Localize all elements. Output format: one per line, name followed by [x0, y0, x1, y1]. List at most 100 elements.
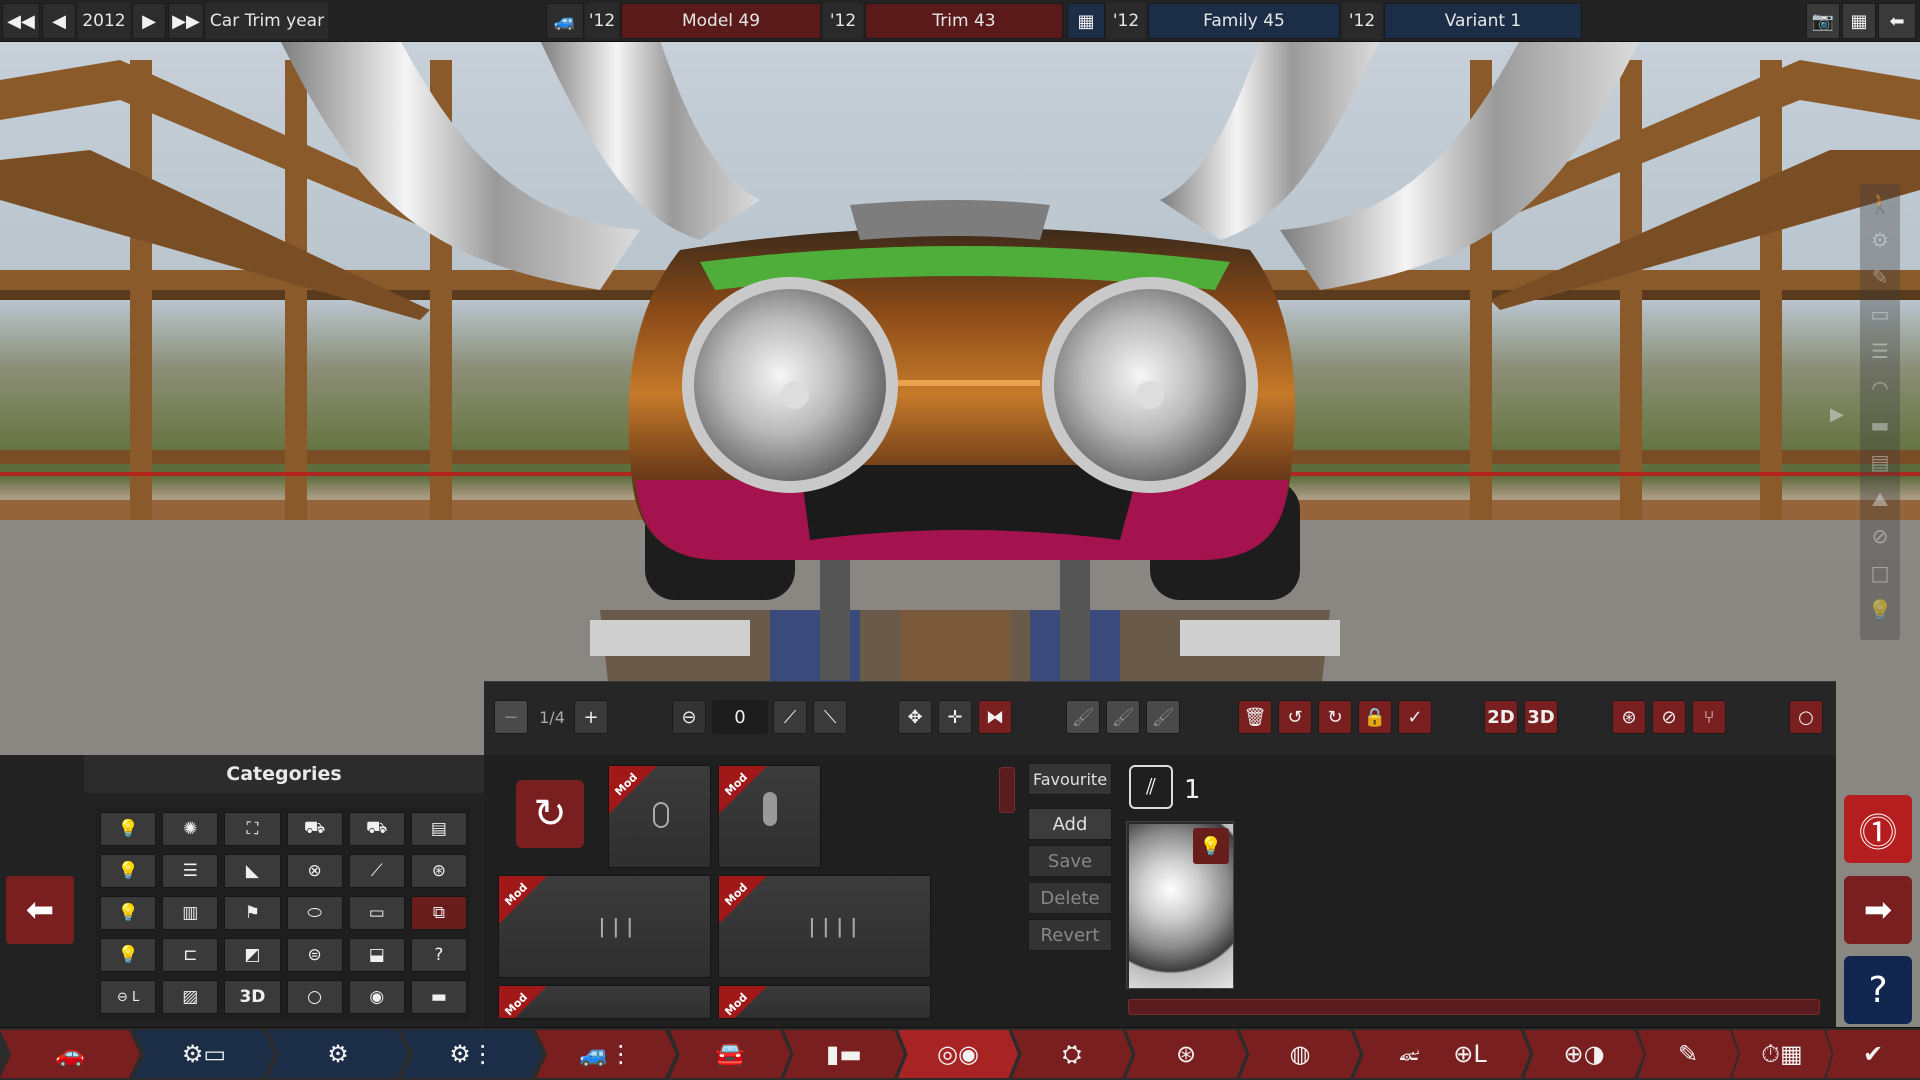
hide-toggle-button[interactable]: ⊘ — [1652, 700, 1686, 734]
trim-selector[interactable]: Trim 43 — [865, 3, 1063, 39]
nav-finish[interactable]: ✔ — [1826, 1030, 1920, 1078]
category-light-3-icon[interactable]: 💡 — [100, 896, 157, 930]
nav-interior[interactable]: ▮▬ — [784, 1030, 904, 1078]
category-light-4-icon[interactable]: 💡 — [100, 938, 157, 972]
delete-button[interactable]: Delete — [1028, 882, 1112, 914]
skew-left-button[interactable]: ⟋ — [773, 700, 807, 734]
side-wheel-icon[interactable]: ⚙ — [1860, 221, 1900, 258]
nav-test[interactable]: ⏱▦ — [1732, 1030, 1832, 1078]
reset-part-button[interactable]: ↻ — [516, 780, 584, 848]
category-handle-icon[interactable]: ⬓ — [348, 938, 405, 972]
category-target-icon[interactable]: ◉ — [348, 980, 405, 1014]
category-truck-icon[interactable]: ⛟ — [348, 812, 405, 846]
nav-trim[interactable]: 🚙⋮ — [536, 1030, 676, 1078]
engine-button[interactable]: ▦ — [1067, 3, 1105, 39]
category-rim-icon[interactable]: ⊗ — [286, 854, 343, 888]
add-button[interactable]: Add — [1028, 808, 1112, 840]
year-last-button[interactable]: ▶▶ — [168, 3, 204, 39]
seat-toggle-button[interactable]: ⑂ — [1692, 700, 1726, 734]
model-car-button[interactable]: 🚙 — [546, 3, 584, 39]
category-mirror-icon[interactable]: ◩ — [224, 938, 281, 972]
page-minus-button[interactable]: − — [494, 700, 528, 734]
part-tile[interactable]: Mod — [608, 765, 711, 868]
warning-button[interactable]: ⓵ — [1844, 795, 1912, 863]
paint-3-button[interactable]: 🖌 — [1146, 700, 1180, 734]
side-square-icon[interactable]: □ — [1860, 554, 1900, 591]
categories-back-button[interactable]: ⬅ — [6, 876, 74, 944]
category-circle-icon[interactable]: ○ — [286, 980, 343, 1014]
paint-1-button[interactable]: 🖌 — [1066, 700, 1100, 734]
side-hide-icon[interactable]: ⊘ — [1860, 517, 1900, 554]
calculator-button[interactable]: ▦ — [1842, 3, 1876, 39]
rotation-input[interactable]: 0 — [712, 700, 768, 734]
paint-2-button[interactable]: 🖌 — [1106, 700, 1140, 734]
category-exhaust-icon[interactable]: ⧉ — [410, 896, 467, 930]
part-tile[interactable]: Mod ǀǀǀ — [498, 875, 711, 978]
category-oval-icon[interactable]: ⬭ — [286, 896, 343, 930]
model-selector[interactable]: Model 49 — [621, 3, 821, 39]
category-wheel-icon[interactable]: ⊛ — [410, 854, 467, 888]
rotate-reset-button[interactable]: ⊖ — [672, 700, 706, 734]
category-book-icon[interactable]: ▥ — [162, 896, 219, 930]
help-button[interactable]: ? — [1844, 956, 1912, 1024]
nav-fixtures[interactable]: ◎◉ — [898, 1030, 1018, 1078]
category-grille-icon[interactable]: ☰ — [162, 854, 219, 888]
material-preview[interactable]: 💡 — [1126, 821, 1234, 989]
nav-brakes[interactable]: ◍ — [1240, 1030, 1360, 1078]
category-frame-icon[interactable]: ⊏ — [162, 938, 219, 972]
revert-button[interactable]: Revert — [1028, 919, 1112, 951]
next-button[interactable]: ➡ — [1844, 876, 1912, 944]
category-plate-icon[interactable]: ▭ — [348, 896, 405, 930]
view-3d-button[interactable]: 3D — [1524, 700, 1558, 734]
material-slider[interactable] — [1128, 999, 1820, 1015]
part-tile[interactable]: Mod — [718, 985, 931, 1019]
nav-wheels[interactable]: ⊛ — [1126, 1030, 1246, 1078]
category-bug-icon[interactable]: ✺ — [162, 812, 219, 846]
nav-safety[interactable]: ⊕◑ — [1524, 1030, 1644, 1078]
side-mirror-icon[interactable]: ◠ — [1860, 369, 1900, 406]
circle-toggle-button[interactable]: ○ — [1789, 700, 1823, 734]
category-text-badge-icon[interactable]: ⊖ L — [100, 980, 157, 1014]
category-van-icon[interactable]: ⛟ — [286, 812, 343, 846]
nav-car-model[interactable]: 🚗 — [0, 1030, 140, 1078]
nav-steering[interactable]: ⊕L — [1410, 1030, 1530, 1078]
nav-paint[interactable]: ✎ — [1638, 1030, 1738, 1078]
category-help-icon[interactable]: ? — [410, 938, 467, 972]
material-light-button[interactable]: 💡 — [1193, 828, 1229, 864]
screenshot-button[interactable]: 📷 — [1806, 3, 1840, 39]
nav-body[interactable]: 🚘 — [670, 1030, 790, 1078]
part-tile[interactable]: Mod ǀǀǀǀ — [718, 875, 931, 978]
undo-button[interactable]: ↺ — [1278, 700, 1312, 734]
side-light-icon[interactable]: 💡 — [1860, 591, 1900, 628]
view-2d-button[interactable]: 2D — [1484, 700, 1518, 734]
variant-selector[interactable]: Variant 1 — [1384, 3, 1582, 39]
family-selector[interactable]: Family 45 — [1148, 3, 1340, 39]
year-first-button[interactable]: ◀◀ — [2, 3, 40, 39]
wheels-toggle-button[interactable]: ⊛ — [1612, 700, 1646, 734]
side-seat-icon[interactable]: ⛰ — [1860, 480, 1900, 517]
category-texture-icon[interactable]: ▨ — [162, 980, 219, 1014]
category-fin-icon[interactable]: ◣ — [224, 854, 281, 888]
side-walk-icon[interactable]: 🚶 — [1860, 184, 1900, 221]
category-3d-icon[interactable]: 3D — [224, 980, 281, 1014]
category-seat-icon[interactable]: ⛶ — [224, 812, 281, 846]
side-grille-icon[interactable]: ▤ — [1860, 443, 1900, 480]
move-horizontal-button[interactable]: ✛ — [938, 700, 972, 734]
category-bumper-icon[interactable]: ▬ — [410, 980, 467, 1014]
side-badge-icon[interactable]: ▭ — [1860, 295, 1900, 332]
category-flag-icon[interactable]: ⚑ — [224, 896, 281, 930]
category-badge-icon[interactable]: ⊜ — [286, 938, 343, 972]
category-panel-icon[interactable]: ▤ — [410, 812, 467, 846]
part-tile[interactable]: Mod — [718, 765, 821, 868]
category-light-icon[interactable]: 💡 — [100, 812, 157, 846]
redo-button[interactable]: ↻ — [1318, 700, 1352, 734]
nav-engine-tune[interactable]: ⚙⋮ — [402, 1030, 542, 1078]
move-vertical-button[interactable]: ✥ — [898, 700, 932, 734]
part-tile[interactable]: Mod — [498, 985, 711, 1019]
side-brush-icon[interactable]: ✎ — [1860, 258, 1900, 295]
side-plate-icon[interactable]: ▬ — [1860, 406, 1900, 443]
mirror-button[interactable]: ⧓ — [978, 700, 1012, 734]
year-next-button[interactable]: ▶ — [132, 3, 166, 39]
save-button[interactable]: Save — [1028, 845, 1112, 877]
nav-engine-parts[interactable]: ⚙ — [268, 1030, 408, 1078]
